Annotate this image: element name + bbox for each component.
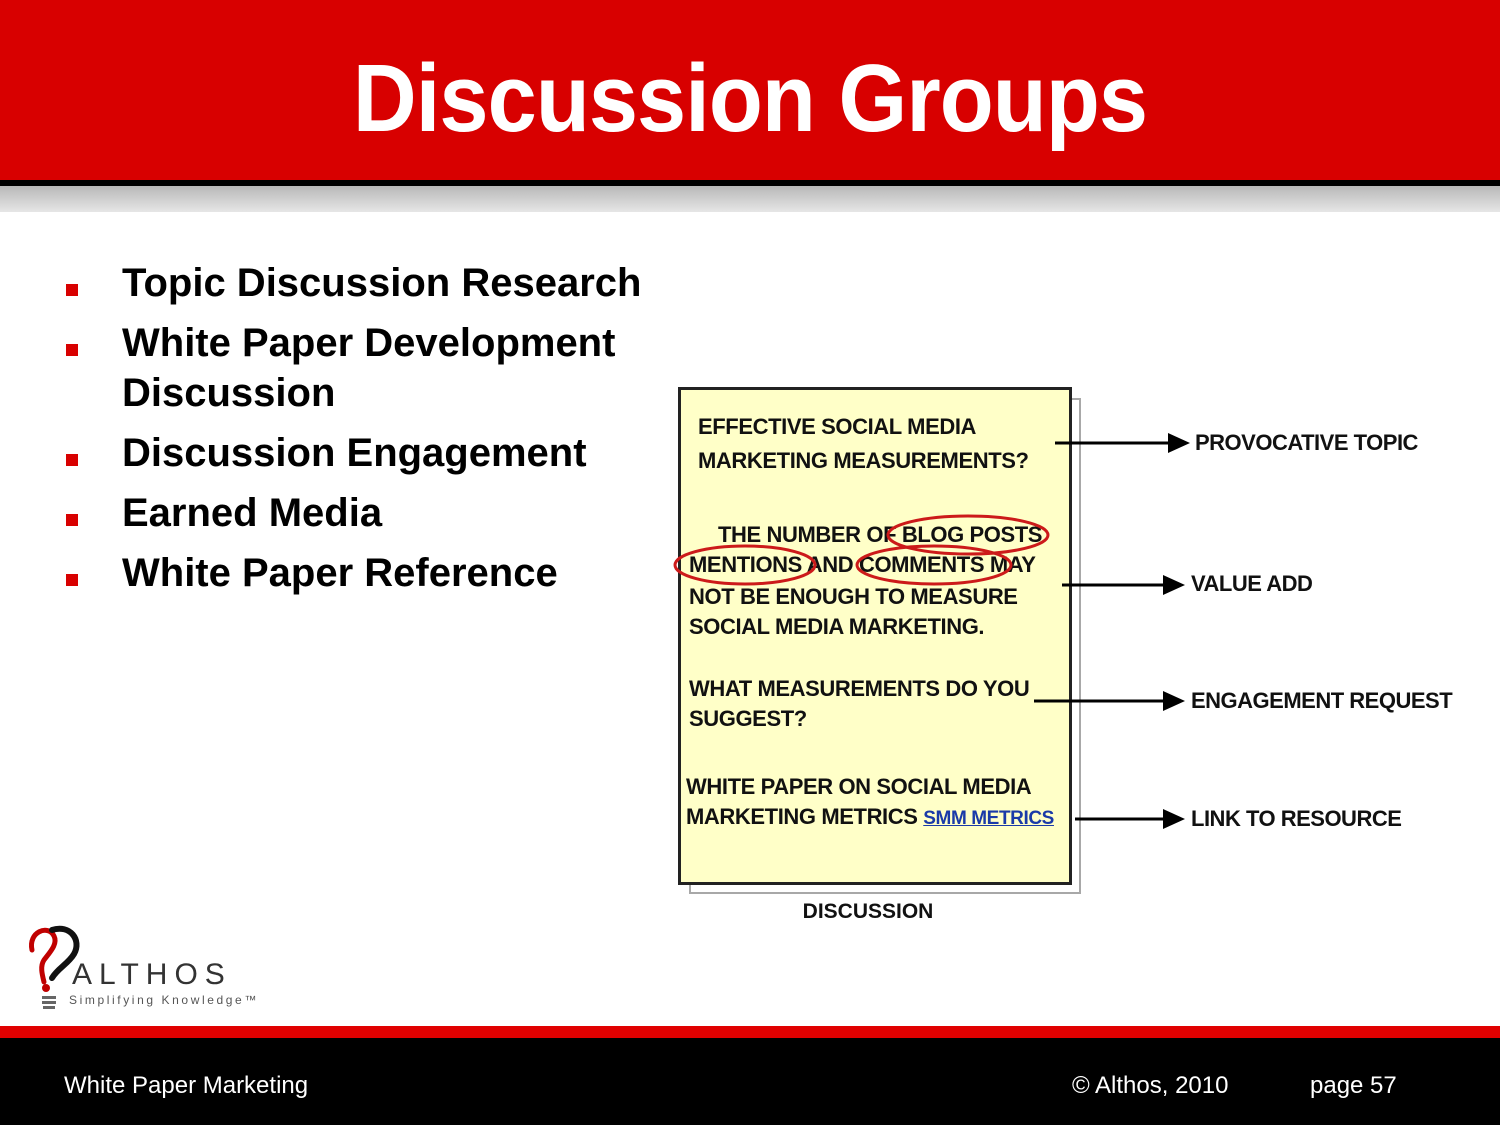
arrow-value-add — [1062, 575, 1185, 595]
arrow-provocative-topic — [1055, 433, 1190, 453]
footer-bar: White Paper Marketing © Althos, 2010 pag… — [0, 1038, 1500, 1125]
logo-tagline: Simplifying Knowledge™ — [69, 993, 259, 1007]
callout-link-to-resource: LINK TO RESOURCE — [1191, 806, 1402, 831]
highlight-circle-mentions — [673, 544, 817, 586]
arrow-engagement-request — [1034, 691, 1185, 711]
logo-wordmark: ALTHOS — [72, 958, 232, 991]
arrow-link-to-resource — [1075, 809, 1185, 829]
footer-deck-title: White Paper Marketing — [64, 1072, 309, 1099]
footer-page-number: page 57 — [1310, 1072, 1397, 1099]
footer-red-stripe — [0, 1026, 1500, 1038]
callout-value-add: VALUE ADD — [1191, 571, 1313, 596]
footer-copyright: © Althos, 2010 — [1072, 1072, 1229, 1099]
callout-provocative-topic: PROVOCATIVE TOPIC — [1195, 430, 1418, 455]
document-caption: DISCUSSION — [802, 900, 934, 923]
callout-engagement-request: ENGAGEMENT REQUEST — [1191, 688, 1453, 713]
